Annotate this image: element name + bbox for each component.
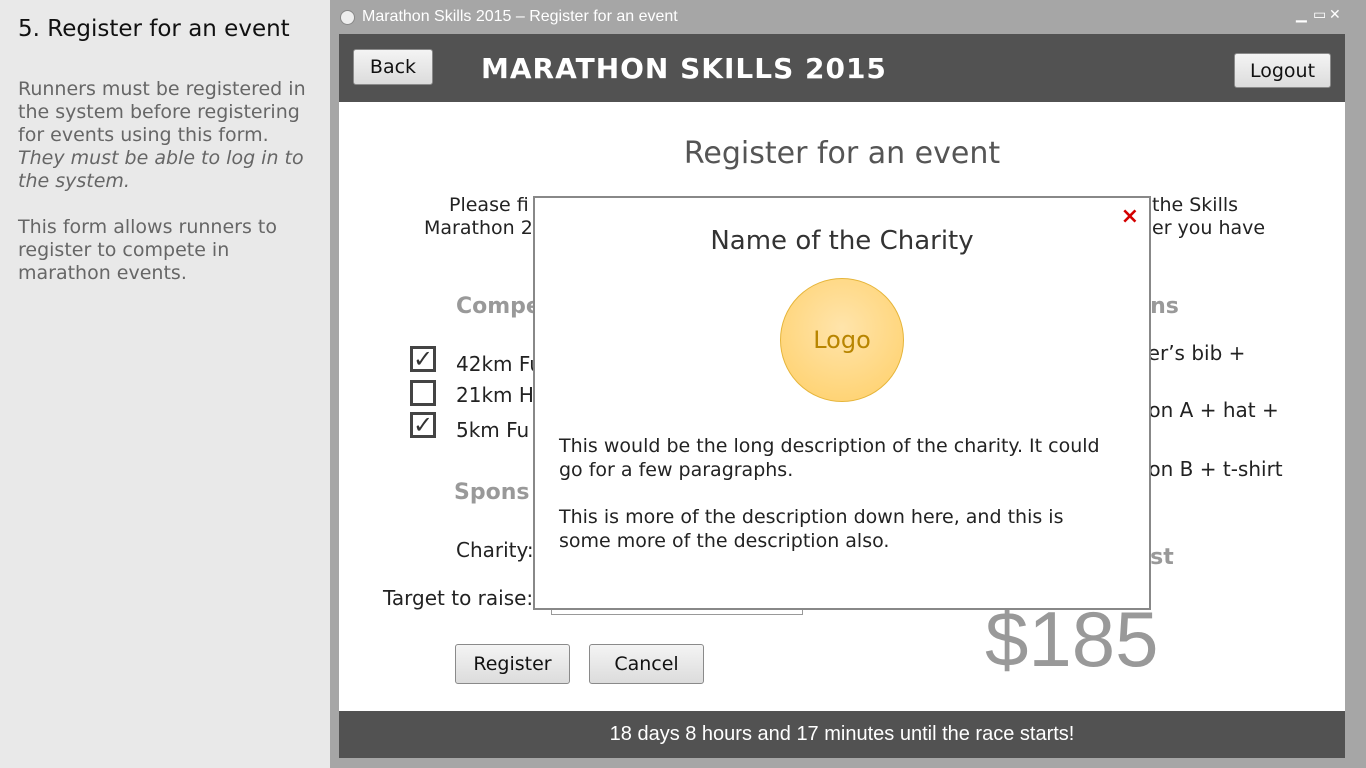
- option-c-label: tion B + t-shirt: [1135, 457, 1283, 481]
- option-b-label: tion A + hat +: [1135, 398, 1279, 422]
- app-title: MARATHON SKILLS 2015: [481, 52, 887, 85]
- window-titlebar[interactable]: Marathon Skills 2015 – Register for an e…: [330, 0, 1366, 34]
- intro-left-1: Please fi: [449, 194, 529, 216]
- charity-name: Name of the Charity: [710, 226, 974, 256]
- register-button[interactable]: Register: [455, 644, 570, 684]
- intro-right-2: er you have: [1152, 217, 1266, 239]
- window-app-icon: [340, 10, 355, 25]
- event-checkbox-5km[interactable]: ✓: [410, 412, 436, 438]
- page-title: Register for an event: [683, 136, 1001, 171]
- back-button[interactable]: Back: [353, 49, 433, 85]
- window-close-icon[interactable]: ✕: [1329, 6, 1341, 23]
- instructions-panel: 5. Register for an event Runners must be…: [0, 0, 330, 768]
- app-header: Back MARATHON SKILLS 2015 Logout: [339, 34, 1345, 102]
- competition-heading: Compe: [456, 294, 541, 319]
- minimize-icon[interactable]: ▁: [1296, 6, 1307, 23]
- charity-logo: Logo: [780, 278, 904, 402]
- charity-label: Charity:: [456, 538, 534, 562]
- countdown-footer: 18 days 8 hours and 17 minutes until the…: [339, 711, 1345, 758]
- instructions-para-2: This form allows runners to register to …: [18, 216, 277, 284]
- event-label-42km: 42km Fu: [456, 352, 542, 376]
- sponsorship-heading: Spons: [454, 480, 530, 505]
- charity-description-2: This is more of the description down her…: [559, 506, 1064, 552]
- instructions-text-1: Runners must be registered in the system…: [18, 78, 306, 146]
- logout-button[interactable]: Logout: [1234, 53, 1331, 88]
- charity-modal: × Name of the Charity Logo This would be…: [533, 196, 1151, 610]
- event-checkbox-42km[interactable]: ✓: [410, 346, 436, 372]
- charity-description-1: This would be the long description of th…: [559, 435, 1100, 481]
- event-label-21km: 21km H: [456, 383, 534, 407]
- maximize-icon[interactable]: ▭: [1313, 6, 1326, 23]
- event-checkbox-21km[interactable]: [410, 380, 436, 406]
- event-label-5km: 5km Fu: [456, 418, 530, 442]
- target-label: Target to raise:: [383, 586, 534, 610]
- instructions-heading: 5. Register for an event: [18, 16, 290, 42]
- option-a-label: ner’s bib +: [1135, 341, 1246, 365]
- cancel-button[interactable]: Cancel: [589, 644, 704, 684]
- intro-left-2: Marathon 2: [424, 217, 533, 239]
- instructions-text-1-em: They must be able to log in to the syste…: [18, 147, 304, 192]
- intro-right-1: the Skills: [1152, 194, 1239, 216]
- instructions-para-1: Runners must be registered in the system…: [18, 78, 312, 193]
- window-title: Marathon Skills 2015 – Register for an e…: [362, 8, 678, 25]
